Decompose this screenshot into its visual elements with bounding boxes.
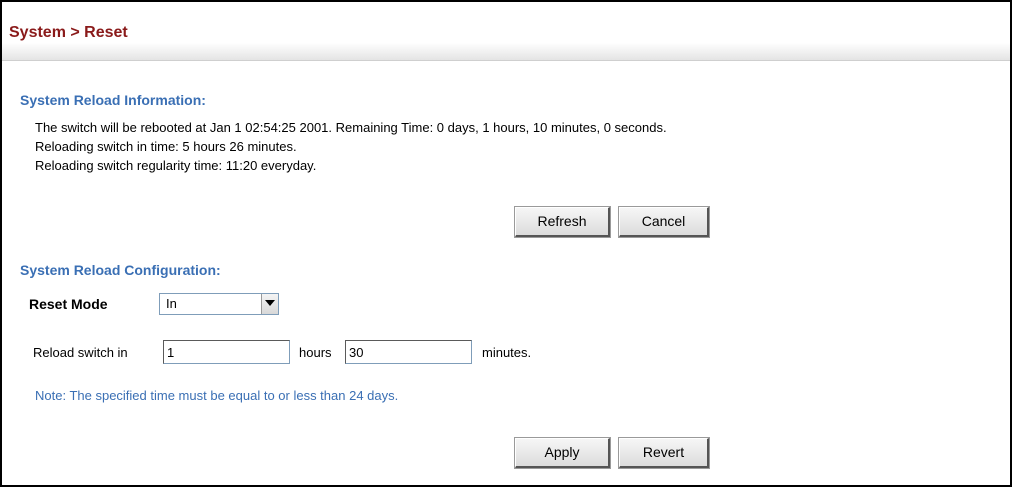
reload-info-line: Reloading switch in time: 5 hours 26 min… [35,139,297,154]
reset-mode-select[interactable]: In [159,293,279,315]
hours-label: hours [299,345,332,360]
reload-minutes-input[interactable] [345,340,472,364]
chevron-down-icon[interactable] [261,294,278,314]
reset-mode-label: Reset Mode [29,296,108,312]
cancel-button[interactable]: Cancel [618,206,710,238]
apply-button[interactable]: Apply [514,437,611,469]
minutes-label: minutes. [482,345,532,360]
page-title: System > Reset [9,24,128,41]
refresh-button[interactable]: Refresh [514,206,611,238]
revert-button[interactable]: Revert [618,437,710,469]
reload-info-line: Reloading switch regularity time: 11:20 … [35,158,317,173]
time-limit-note: Note: The specified time must be equal t… [35,388,399,403]
reset-panel: System > Reset System Reload Information… [0,0,1012,487]
reload-info-heading: System Reload Information: [20,92,206,108]
reset-mode-value: In [166,296,177,311]
reload-config-heading: System Reload Configuration: [20,262,221,278]
title-bar: System > Reset [2,2,1010,61]
reload-in-label: Reload switch in [33,345,128,360]
reload-hours-input[interactable] [163,340,290,364]
reload-info-line: The switch will be rebooted at Jan 1 02:… [35,120,667,135]
